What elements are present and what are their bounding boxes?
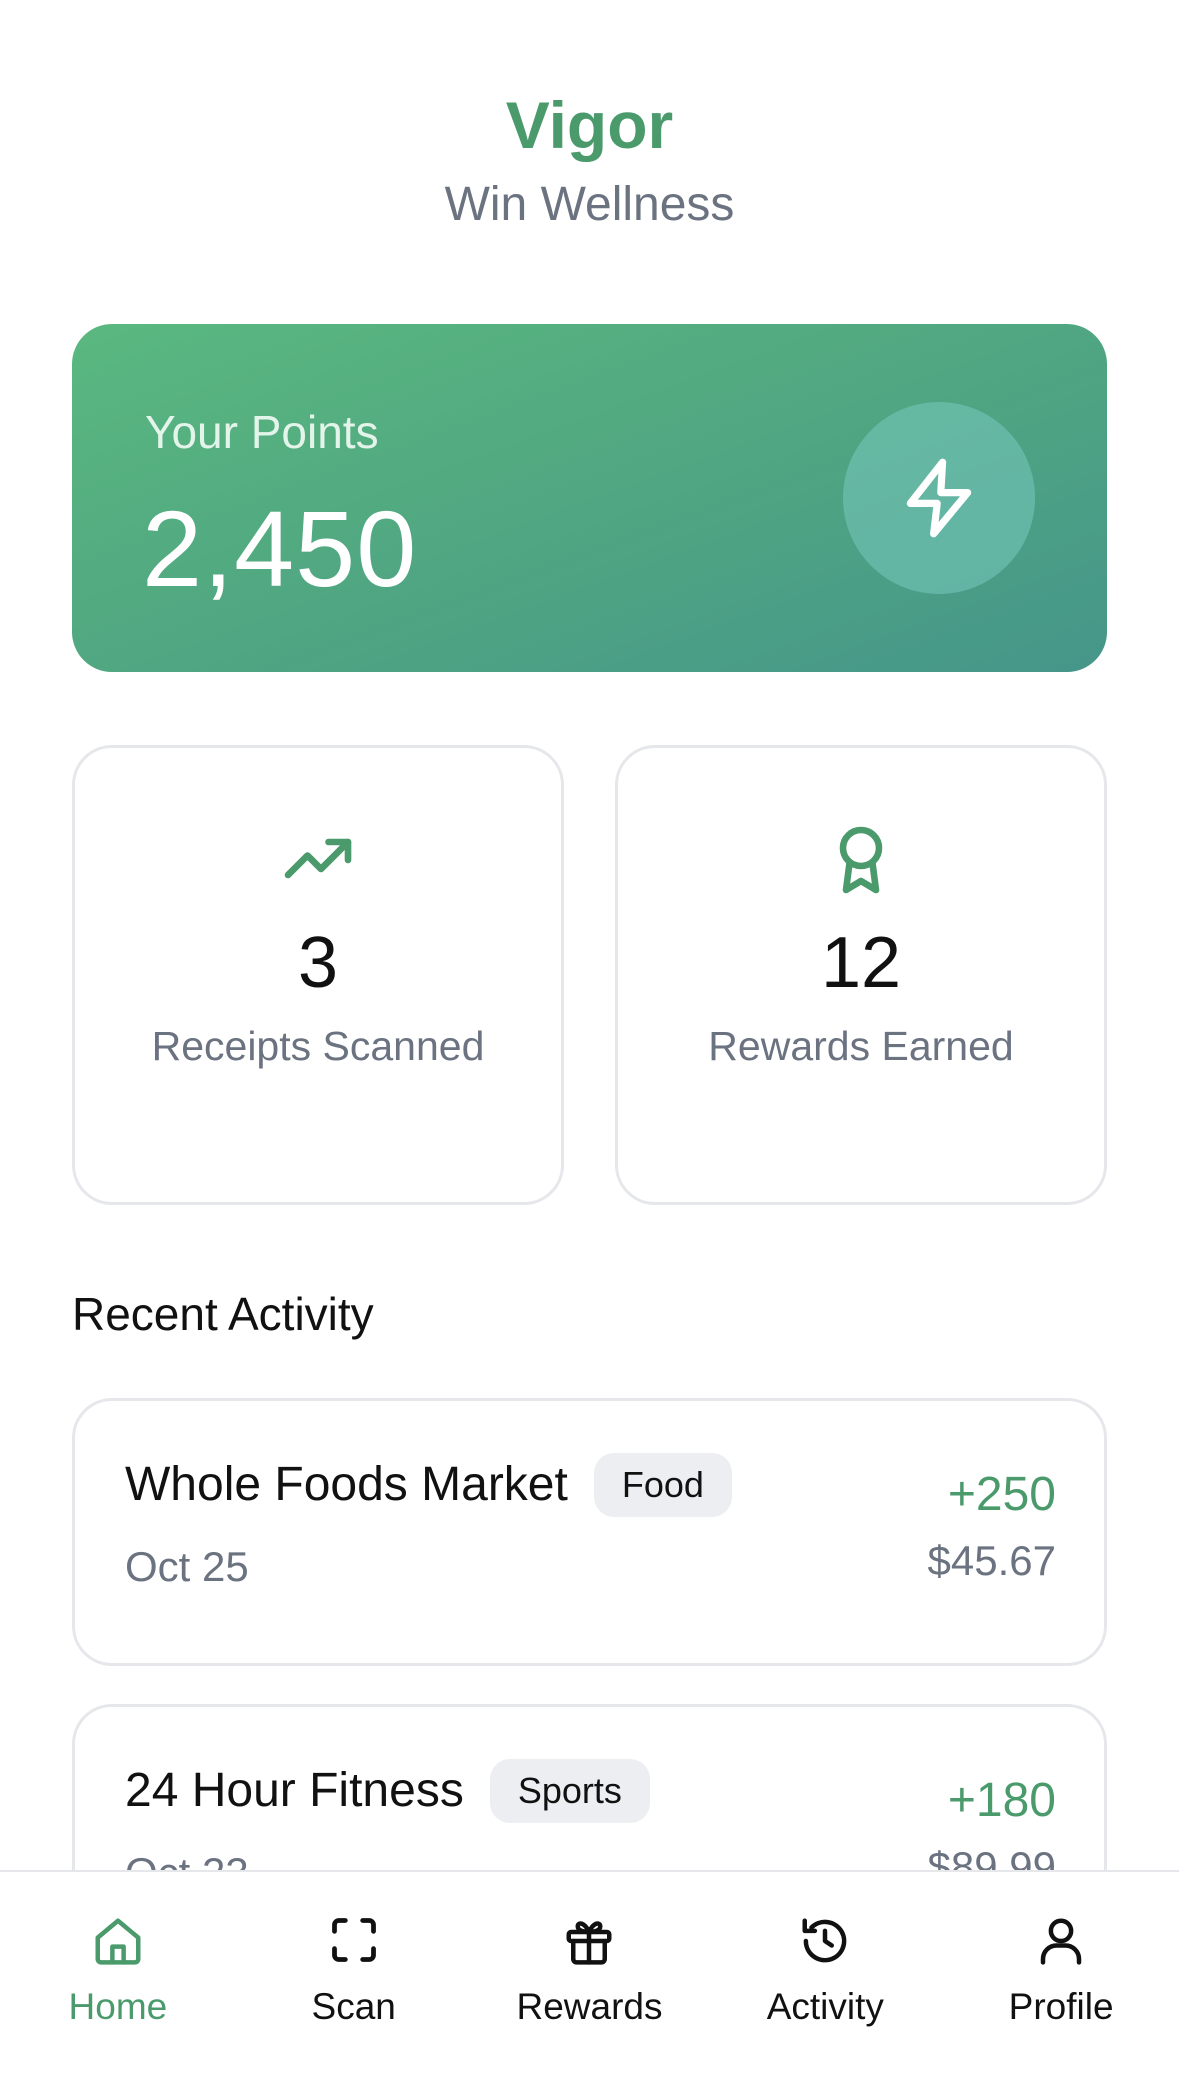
nav-item-rewards[interactable]: Rewards xyxy=(472,1872,708,2080)
rewards-earned-value: 12 xyxy=(820,923,902,1003)
receipts-scanned-label: Receipts Scanned xyxy=(151,1023,485,1069)
app-subtitle: Win Wellness xyxy=(444,178,735,231)
app-screen: Vigor Win Wellness Your Points 2,450 3 R… xyxy=(0,0,1179,2080)
gift-icon xyxy=(566,1921,612,1965)
recent-activity-title: Recent Activity xyxy=(72,1288,374,1340)
nav-item-scan[interactable]: Scan xyxy=(236,1872,472,2080)
points-label: Your Points xyxy=(145,406,379,458)
trending-up-icon xyxy=(284,838,352,879)
nav-label-home: Home xyxy=(68,1986,168,2027)
app-header: Vigor Win Wellness xyxy=(0,80,1179,240)
receipts-scanned-value: 3 xyxy=(297,923,339,1003)
nav-label-activity: Activity xyxy=(766,1986,884,2027)
points-value: 2,450 xyxy=(142,488,418,609)
rewards-earned-card[interactable]: 12 Rewards Earned xyxy=(615,745,1107,1205)
award-ribbon-icon xyxy=(839,826,883,894)
nav-label-rewards: Rewards xyxy=(516,1986,663,2027)
activity-points: +250 xyxy=(947,1468,1056,1521)
history-icon xyxy=(802,1918,847,1963)
nav-item-home[interactable]: Home xyxy=(0,1872,236,2080)
app-title: Vigor xyxy=(505,88,674,162)
activity-merchant: 24 Hour Fitness xyxy=(125,1764,464,1817)
activity-merchant: Whole Foods Market xyxy=(125,1458,568,1511)
user-icon xyxy=(1040,1918,1082,1965)
nav-label-profile: Profile xyxy=(1008,1986,1114,2027)
bottom-nav: Home Scan Rewards Activity Profile xyxy=(0,1870,1179,2080)
nav-label-scan: Scan xyxy=(311,1986,396,2027)
receipts-scanned-card[interactable]: 3 Receipts Scanned xyxy=(72,745,564,1205)
activity-amount: $45.67 xyxy=(927,1537,1056,1584)
category-badge: Sports xyxy=(489,1759,650,1823)
scan-frame-icon xyxy=(331,1918,376,1962)
activity-date: Oct 25 xyxy=(125,1543,249,1590)
points-card[interactable]: Your Points 2,450 xyxy=(72,324,1107,672)
lightning-bolt-icon xyxy=(906,458,972,538)
activity-item[interactable]: Whole Foods Market Food Oct 25 +250 $45.… xyxy=(72,1398,1107,1666)
nav-item-activity[interactable]: Activity xyxy=(707,1872,943,2080)
category-badge: Food xyxy=(593,1453,732,1517)
activity-points: +180 xyxy=(947,1774,1056,1827)
home-icon xyxy=(95,1918,141,1965)
points-badge xyxy=(843,402,1035,594)
rewards-earned-label: Rewards Earned xyxy=(708,1023,1014,1069)
nav-item-profile[interactable]: Profile xyxy=(943,1872,1179,2080)
